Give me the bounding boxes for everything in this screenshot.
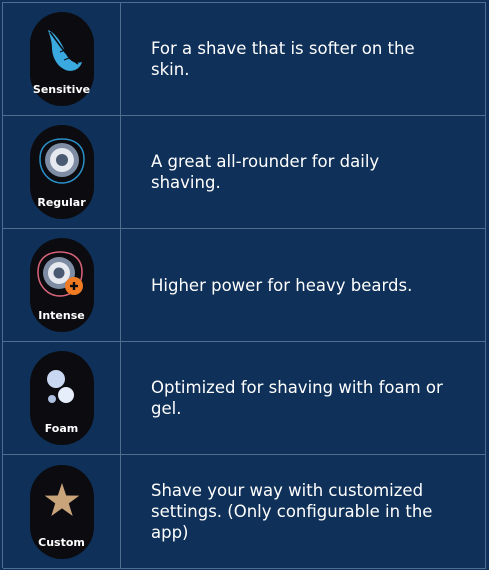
mode-label: Foam bbox=[44, 422, 79, 435]
mode-icon-cell: Sensitive bbox=[3, 3, 121, 115]
sensitive-mode-badge: Sensitive bbox=[29, 12, 94, 106]
mode-row-intense: Intense Higher power for heavy beards. bbox=[3, 229, 486, 342]
mode-description: Shave your way with customized settings.… bbox=[151, 481, 433, 542]
foam-mode-badge: Foam bbox=[29, 351, 94, 445]
mode-description-cell: Optimized for shaving with foam or gel. bbox=[121, 342, 486, 454]
mode-description-cell: For a shave that is softer on the skin. bbox=[121, 3, 486, 115]
regular-mode-badge: Regular bbox=[29, 125, 94, 219]
shaving-modes-table: Sensitive For a shave that is softer on … bbox=[2, 2, 486, 569]
mode-icon-cell: Custom bbox=[3, 455, 121, 568]
mode-icon-cell: Intense bbox=[3, 229, 121, 341]
intense-mode-badge: Intense bbox=[29, 238, 94, 332]
mode-row-sensitive: Sensitive For a shave that is softer on … bbox=[3, 3, 486, 116]
mode-description-cell: Shave your way with customized settings.… bbox=[121, 455, 486, 568]
mode-icon-cell: Foam bbox=[3, 342, 121, 454]
mode-label: Sensitive bbox=[32, 83, 91, 96]
mode-label: Intense bbox=[38, 309, 85, 322]
mode-description: For a shave that is softer on the skin. bbox=[151, 39, 415, 79]
custom-mode-badge: Custom bbox=[29, 464, 94, 559]
mode-description: A great all-rounder for daily shaving. bbox=[151, 152, 380, 192]
mode-label: Regular bbox=[37, 196, 86, 209]
mode-row-custom: Custom Shave your way with customized se… bbox=[3, 455, 486, 569]
mode-icon-cell: Regular bbox=[3, 116, 121, 228]
mode-row-regular: Regular A great all-rounder for daily sh… bbox=[3, 116, 486, 229]
mode-description: Higher power for heavy beards. bbox=[151, 275, 413, 295]
mode-description-cell: Higher power for heavy beards. bbox=[121, 229, 486, 341]
mode-description-cell: A great all-rounder for daily shaving. bbox=[121, 116, 486, 228]
mode-description: Optimized for shaving with foam or gel. bbox=[151, 378, 443, 418]
mode-row-foam: Foam Optimized for shaving with foam or … bbox=[3, 342, 486, 455]
mode-label: Custom bbox=[38, 535, 85, 549]
